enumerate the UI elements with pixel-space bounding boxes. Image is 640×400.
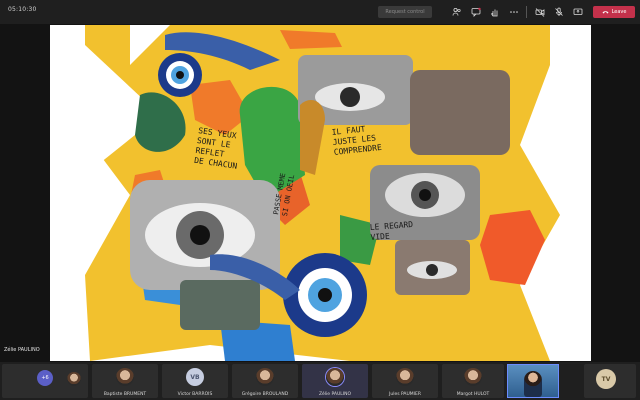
participant-name: Baptiste BRUMENT (103, 392, 147, 397)
more-options-icon[interactable] (507, 5, 521, 19)
avatar: VB (186, 368, 204, 386)
participant-tile[interactable]: VB Victor BARROIS (162, 364, 228, 398)
participant-name: Grégoire BROULAND (241, 392, 289, 397)
camera-off-icon[interactable] (533, 5, 547, 19)
avatar (464, 368, 482, 386)
participant-name: Jules PAUMIER (389, 392, 421, 397)
phone-hangup-icon (602, 11, 609, 14)
shared-collage: SES YEUX SONT LE REFLET DE CHACUN IL FAU… (50, 25, 591, 361)
participant-tile[interactable]: Jules PAUMIER (372, 364, 438, 398)
chat-icon[interactable] (469, 5, 483, 19)
participant-tile[interactable]: Grégoire BROULAND (232, 364, 298, 398)
overflow-tile[interactable]: +6 (2, 364, 88, 398)
share-screen-icon[interactable] (571, 5, 585, 19)
mic-off-icon[interactable] (552, 5, 566, 19)
participant-name: Margot HULOT (456, 392, 490, 397)
avatar (116, 368, 134, 386)
participant-name: Victor BARROIS (177, 392, 213, 397)
meeting-window: 05:10:30 Request control Leave SES YEUX … (0, 0, 640, 400)
participant-tile-presenter[interactable]: Zélie PAULINO (302, 364, 368, 398)
request-control-button[interactable]: Request control (378, 6, 432, 18)
leave-button[interactable]: Leave (593, 6, 635, 18)
participant-tile[interactable]: Baptiste BRUMENT (92, 364, 158, 398)
leave-label: Leave (611, 9, 627, 15)
avatar (67, 372, 81, 386)
participant-video-tile[interactable] (507, 364, 559, 398)
shared-screen-stage: SES YEUX SONT LE REFLET DE CHACUN IL FAU… (0, 24, 640, 362)
participant-video-feed (524, 371, 542, 397)
avatar (326, 368, 344, 386)
collage-artwork: SES YEUX SONT LE REFLET DE CHACUN IL FAU… (85, 25, 560, 361)
toolbar-divider (526, 6, 527, 18)
more-participants-badge[interactable]: +6 (37, 370, 53, 386)
avatar (396, 368, 414, 386)
participant-tile[interactable]: TV (584, 364, 636, 398)
avatar: TV (596, 369, 616, 389)
participant-tile[interactable]: Margot HULOT (442, 364, 504, 398)
presenter-name: Zélie PAULINO (4, 347, 40, 353)
raise-hand-icon[interactable] (488, 5, 502, 19)
participant-name: Zélie PAULINO (318, 392, 352, 397)
avatar (256, 368, 274, 386)
meeting-timer: 05:10:30 (8, 6, 37, 13)
people-icon[interactable] (450, 5, 464, 19)
meeting-toolbar: 05:10:30 Request control Leave (0, 0, 640, 24)
